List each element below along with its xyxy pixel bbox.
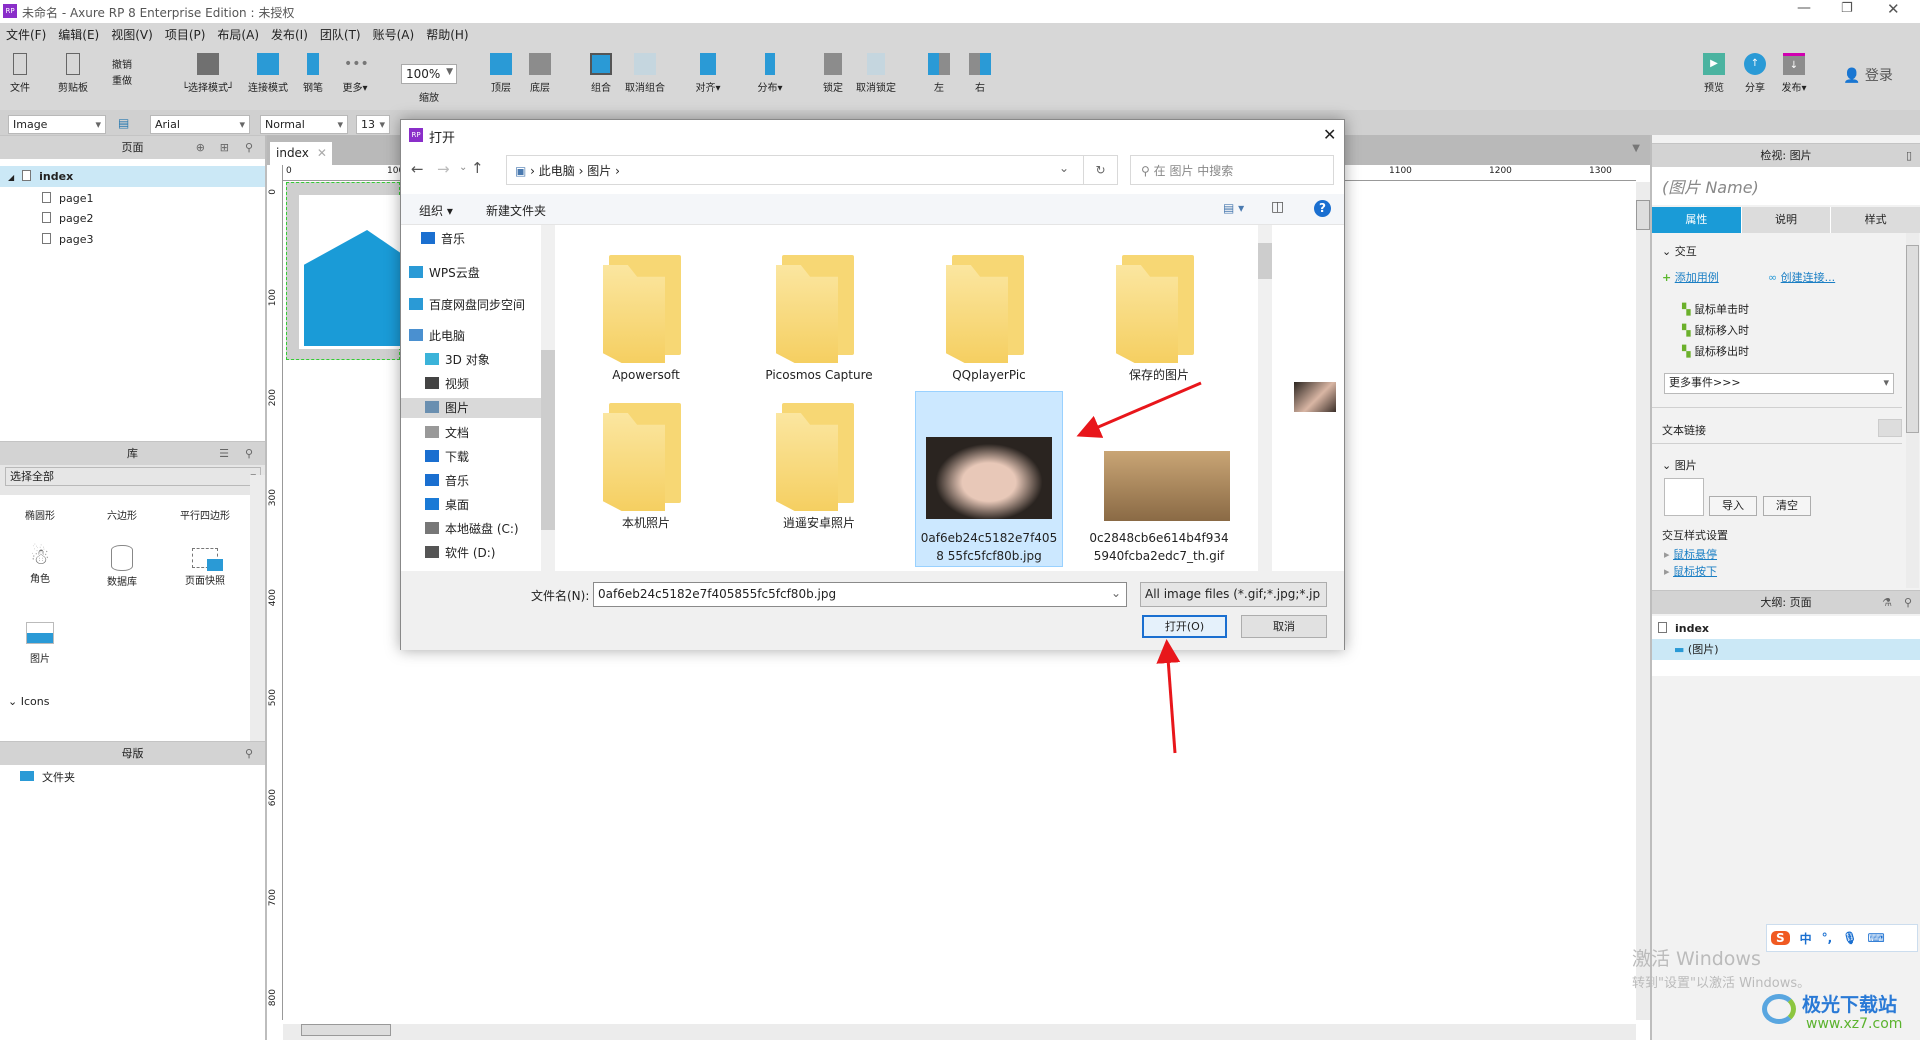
arrow-to-open-button [1156, 639, 1181, 754]
arrow-to-image [1076, 381, 1202, 438]
annotation-arrows [1076, 381, 1202, 754]
